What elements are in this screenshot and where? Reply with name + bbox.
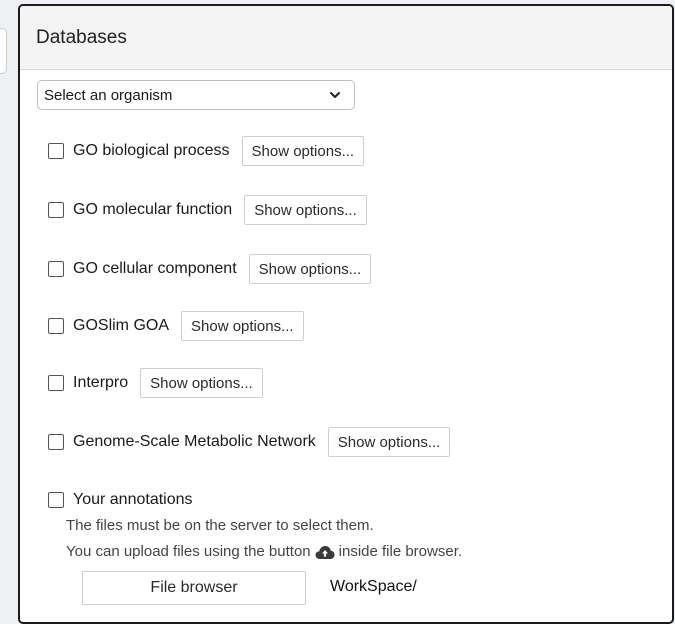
workspace-path: WorkSpace/ <box>330 578 417 595</box>
databases-panel: Databases Select an organism GO biologic… <box>18 4 674 624</box>
go-molecular-function-options-button[interactable]: Show options... <box>244 195 367 225</box>
db-label: Interpro <box>73 374 129 391</box>
chevron-down-icon <box>330 92 340 98</box>
db-label: GOSlim GOA <box>73 317 170 334</box>
go-cellular-component-options-button[interactable]: Show options... <box>248 254 372 284</box>
db-label: GO biological process <box>73 142 230 159</box>
db-label: Your annotations <box>73 491 193 508</box>
db-row-go-molecular-function: GO molecular function Show options... <box>48 194 367 226</box>
organism-select[interactable]: Select an organism <box>37 80 355 110</box>
interpro-options-button[interactable]: Show options... <box>140 368 263 398</box>
db-row-interpro: Interpro Show options... <box>48 367 263 399</box>
db-row-go-cellular-component: GO cellular component Show options... <box>48 253 372 285</box>
go-cellular-component-checkbox[interactable] <box>48 261 64 277</box>
sidebar-edge <box>0 28 7 74</box>
db-label: GO molecular function <box>73 201 233 218</box>
panel-header: Databases <box>20 6 672 70</box>
organism-select-value: Select an organism <box>44 86 173 104</box>
annotations-note-line2: You can upload files using the button in… <box>66 543 462 560</box>
go-molecular-function-checkbox[interactable] <box>48 202 64 218</box>
db-label: Genome-Scale Metabolic Network <box>73 433 316 450</box>
go-biological-process-checkbox[interactable] <box>48 143 64 159</box>
db-row-your-annotations: Your annotations <box>48 484 193 516</box>
cloud-upload-icon <box>315 545 335 559</box>
go-biological-process-options-button[interactable]: Show options... <box>241 136 365 166</box>
db-label: GO cellular component <box>73 260 237 277</box>
goslim-goa-options-button[interactable]: Show options... <box>181 311 304 341</box>
interpro-checkbox[interactable] <box>48 375 64 391</box>
note-text-before: You can upload files using the button <box>66 543 311 560</box>
your-annotations-checkbox[interactable] <box>48 492 64 508</box>
db-row-goslim-goa: GOSlim GOA Show options... <box>48 310 304 342</box>
db-row-go-biological-process: GO biological process Show options... <box>48 135 365 167</box>
genome-scale-metabolic-network-options-button[interactable]: Show options... <box>327 427 451 457</box>
file-browser-button[interactable]: File browser <box>82 571 306 605</box>
panel-title: Databases <box>36 26 127 48</box>
note-text-after: inside file browser. <box>338 543 463 560</box>
annotations-note-line1: The files must be on the server to selec… <box>66 517 374 534</box>
genome-scale-metabolic-network-checkbox[interactable] <box>48 434 64 450</box>
db-row-genome-scale-metabolic-network: Genome-Scale Metabolic Network Show opti… <box>48 426 451 458</box>
goslim-goa-checkbox[interactable] <box>48 318 64 334</box>
